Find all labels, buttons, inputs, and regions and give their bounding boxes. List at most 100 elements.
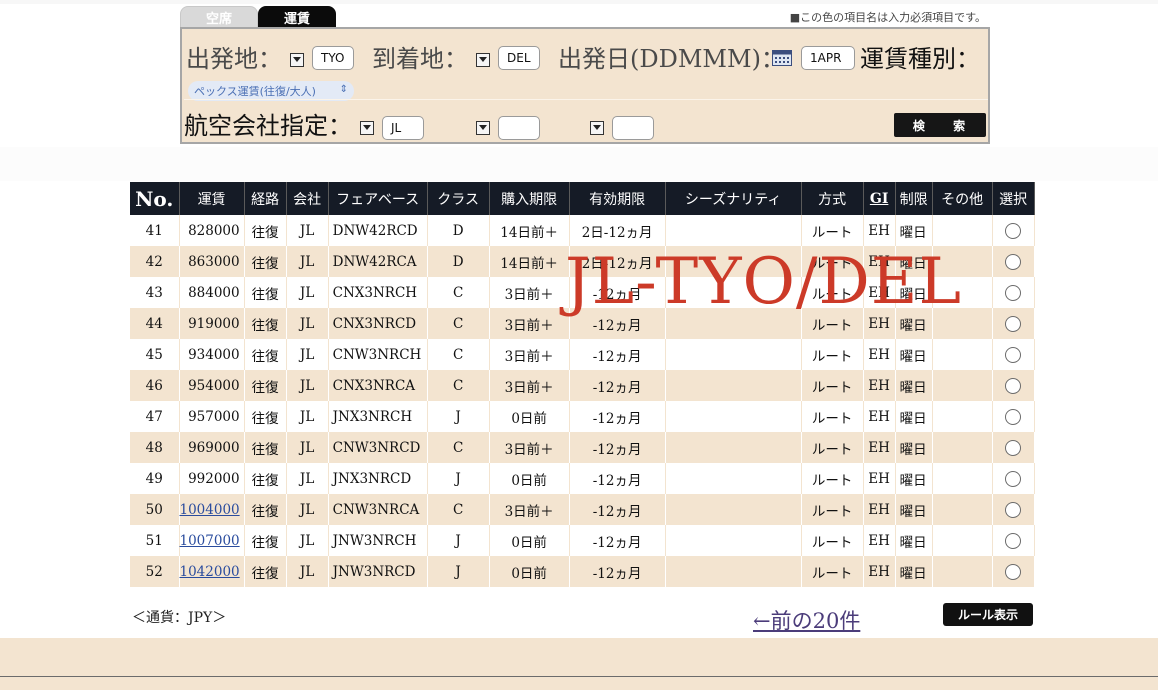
header-gi[interactable]: GI — [863, 182, 896, 215]
tab-fare[interactable]: 運賃 — [258, 6, 336, 28]
cell-select — [992, 494, 1035, 525]
fare-link[interactable]: 1042000 — [180, 564, 240, 580]
footer-band — [0, 638, 1158, 690]
previous-20-link[interactable]: ←前の20件 — [753, 605, 860, 635]
cell-no: 41 — [130, 215, 180, 246]
airline-input-1[interactable]: JL — [382, 116, 424, 140]
cell-airline: JL — [286, 246, 329, 277]
departure-label: 出発地： — [186, 45, 282, 73]
cell-purchase-deadline: 0日前 — [489, 401, 570, 432]
cell-method: ルート — [801, 432, 864, 463]
cell-method: ルート — [801, 277, 864, 308]
cell-no: 45 — [130, 339, 180, 370]
calendar-icon[interactable] — [772, 50, 792, 66]
cell-purchase-deadline: 14日前＋ — [489, 246, 570, 277]
departure-input[interactable]: TYO — [312, 46, 354, 70]
cell-validity: -12ヵ月 — [569, 401, 666, 432]
cell-other — [932, 339, 993, 370]
cell-route: 往復 — [244, 215, 287, 246]
cell-class: J — [427, 463, 490, 494]
cell-select — [992, 432, 1035, 463]
cell-gi: EH — [863, 308, 896, 339]
cell-other — [932, 308, 993, 339]
fare-link[interactable]: 1004000 — [180, 502, 240, 518]
cell-validity: -12ヵ月 — [569, 308, 666, 339]
select-radio[interactable] — [1005, 439, 1022, 456]
cell-restriction: 曜日 — [895, 525, 933, 556]
cell-validity: -12ヵ月 — [569, 339, 666, 370]
select-radio[interactable] — [1005, 563, 1022, 580]
cell-route: 往復 — [244, 525, 287, 556]
select-radio[interactable] — [1005, 408, 1022, 425]
airline-dropdown-icon-2[interactable] — [476, 121, 490, 135]
cell-other — [932, 556, 993, 587]
rule-display-button[interactable]: ルール表示 — [943, 603, 1033, 626]
header-class: クラス — [427, 182, 490, 215]
select-radio[interactable] — [1005, 315, 1022, 332]
table-header-row: No. 運賃 経路 会社 フェアベース クラス 購入期限 有効期限 シーズナリテ… — [130, 182, 1035, 215]
fare-link[interactable]: 1007000 — [180, 533, 240, 549]
cell-validity: 2日-12ヵ月 — [569, 246, 666, 277]
select-radio[interactable] — [1005, 470, 1022, 487]
cell-class: C — [427, 432, 490, 463]
cell-route: 往復 — [244, 246, 287, 277]
cell-gi: EH — [863, 370, 896, 401]
select-radio[interactable] — [1005, 222, 1022, 239]
table-row: 51 1007000 往復 JL JNW3NRCH J 0日前 -12ヵ月 ルート EH 曜日 — [130, 525, 1035, 556]
select-radio[interactable] — [1005, 346, 1022, 363]
cell-seasonality — [665, 525, 802, 556]
cell-purchase-deadline: 3日前＋ — [489, 277, 570, 308]
header-no: No. — [130, 182, 180, 215]
cell-fare-basis: DNW42RCD — [328, 215, 428, 246]
table-row: 52 1042000 往復 JL JNW3NRCD J 0日前 -12ヵ月 ルート EH 曜日 — [130, 556, 1035, 587]
tab-seat-availability[interactable]: 空席 — [180, 6, 258, 28]
departure-dropdown-icon[interactable] — [290, 53, 304, 67]
cell-fare: 957000 — [179, 401, 245, 432]
cell-seasonality — [665, 339, 802, 370]
cell-fare: 992000 — [179, 463, 245, 494]
fare-type-select[interactable]: ペックス運賃(往復/大人) ⇕ — [188, 81, 354, 101]
departure-date-input[interactable]: 1APR — [801, 46, 855, 70]
cell-purchase-deadline: 0日前 — [489, 556, 570, 587]
airline-dropdown-icon-1[interactable] — [360, 121, 374, 135]
cell-restriction: 曜日 — [895, 494, 933, 525]
gi-link[interactable]: GI — [870, 191, 889, 207]
airline-dropdown-icon-3[interactable] — [590, 121, 604, 135]
cell-fare-basis: CNW3NRCD — [328, 432, 428, 463]
cell-restriction: 曜日 — [895, 463, 933, 494]
airline-input-2[interactable] — [498, 116, 540, 140]
select-radio[interactable] — [1005, 377, 1022, 394]
cell-fare-basis: CNW3NRCA — [328, 494, 428, 525]
cell-other — [932, 463, 993, 494]
select-radio[interactable] — [1005, 501, 1022, 518]
arrival-input[interactable]: DEL — [498, 46, 540, 70]
select-radio[interactable] — [1005, 253, 1022, 270]
cell-class: C — [427, 370, 490, 401]
cell-purchase-deadline: 3日前＋ — [489, 432, 570, 463]
cell-no: 46 — [130, 370, 180, 401]
cell-class: C — [427, 339, 490, 370]
updown-chevron-icon: ⇕ — [339, 84, 348, 95]
table-row: 43 884000 往復 JL CNX3NRCH C 3日前＋ -12ヵ月 ルート EH 曜日 — [130, 277, 1035, 308]
cell-no: 52 — [130, 556, 180, 587]
select-radio[interactable] — [1005, 284, 1022, 301]
cell-airline: JL — [286, 463, 329, 494]
cell-airline: JL — [286, 370, 329, 401]
arrival-dropdown-icon[interactable] — [476, 53, 490, 67]
select-radio[interactable] — [1005, 532, 1022, 549]
cell-route: 往復 — [244, 370, 287, 401]
cell-purchase-deadline: 0日前 — [489, 463, 570, 494]
search-panel: 出発地： TYO 到着地： DEL 出発日(DDMMM)： 1APR 運賃種別：… — [180, 27, 990, 144]
cell-fare: 919000 — [179, 308, 245, 339]
cell-airline: JL — [286, 432, 329, 463]
cell-seasonality — [665, 556, 802, 587]
cell-seasonality — [665, 277, 802, 308]
search-button[interactable]: 検 索 — [894, 113, 986, 137]
cell-route: 往復 — [244, 401, 287, 432]
cell-fare: 1007000 — [179, 525, 245, 556]
cell-method: ルート — [801, 494, 864, 525]
table-row: 47 957000 往復 JL JNX3NRCH J 0日前 -12ヵ月 ルート EH 曜日 — [130, 401, 1035, 432]
cell-restriction: 曜日 — [895, 246, 933, 277]
airline-input-3[interactable] — [612, 116, 654, 140]
cell-no: 43 — [130, 277, 180, 308]
